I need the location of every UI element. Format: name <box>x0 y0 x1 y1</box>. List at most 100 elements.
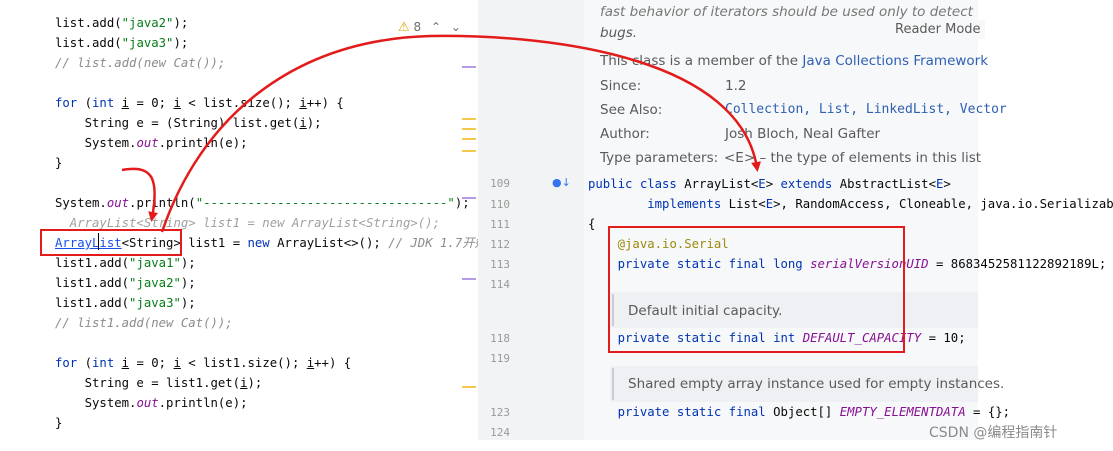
code-line: list1.add("java1"); <box>55 254 196 273</box>
code-token: ); <box>180 256 196 270</box>
code-line: implements List<E>, RandomAccess, Clonea… <box>588 195 1113 214</box>
doc-member-line: This class is a member of the Java Colle… <box>600 53 988 69</box>
scroll-marker[interactable] <box>462 138 476 140</box>
code-token: = 8683452581122892189L; <box>928 257 1107 271</box>
code-line: System.out.println(e); <box>55 134 248 153</box>
code-token: ); <box>247 376 263 390</box>
code-token: "---------------------------------" <box>195 196 455 210</box>
code-token: for <box>55 356 78 370</box>
code-line: String e = list1.get(i); <box>55 374 263 393</box>
line-number: 123 <box>490 406 510 419</box>
type-params-value: <E> – the type of elements in this list <box>724 150 982 166</box>
code-line: String e = (String) list.get(i); <box>55 114 322 133</box>
author-value: Josh Bloch, Neal Gafter <box>725 126 881 142</box>
code-token: ( <box>77 96 93 110</box>
code-token: list.add( <box>55 36 122 50</box>
code-token: ( <box>77 356 93 370</box>
code-token: i <box>299 96 307 110</box>
doc-bugs: bugs. <box>600 25 638 41</box>
code-token: int <box>92 356 115 370</box>
scroll-marker[interactable] <box>462 118 476 120</box>
code-line: System.out.println(e); <box>55 394 248 413</box>
scroll-marker[interactable] <box>462 66 476 68</box>
inspection-widget[interactable]: ⚠ 8 ⌃ ⌄ <box>398 20 461 35</box>
scroll-marker[interactable] <box>462 128 476 130</box>
code-token: System. <box>55 196 107 210</box>
code-token: ); <box>180 296 196 310</box>
code-token: ); <box>173 36 189 50</box>
line-number: 110 <box>490 198 510 211</box>
annotation-box-fields <box>608 226 905 353</box>
code-token: // list.add(new Cat()); <box>55 56 226 70</box>
code-token: // list1.add(new Cat()); <box>55 316 233 330</box>
watermark: CSDN @编程指南针 <box>929 425 1058 441</box>
line-number: 124 <box>490 426 510 439</box>
code-token: list1.add( <box>55 276 130 290</box>
code-line: } <box>55 154 62 173</box>
code-token: new <box>247 236 270 250</box>
code-token: EMPTY_ELEMENTDATA <box>839 405 966 419</box>
code-token: i <box>299 116 307 130</box>
code-line: // list1.add(new Cat()); <box>55 314 233 333</box>
code-token: out <box>136 396 159 410</box>
code-token: extends <box>780 177 833 191</box>
code-token: ); <box>306 116 322 130</box>
code-token: i <box>121 356 130 370</box>
since-value: 1.2 <box>725 78 747 94</box>
doc-fragment-top: fast behavior of iterators should be use… <box>600 4 973 20</box>
code-token: // JDK 1.7开始 <box>388 236 487 250</box>
scroll-marker[interactable] <box>462 197 476 199</box>
code-line: list1.add("java3"); <box>55 294 196 313</box>
code-line: list1.add("java2"); <box>55 274 196 293</box>
code-token: = 0; <box>129 96 174 110</box>
line-number: 111 <box>490 218 510 231</box>
code-token: implements <box>647 197 722 211</box>
code-token: for <box>55 96 78 110</box>
code-token: >, RandomAccess, Cloneable, java.io.Seri… <box>773 197 1113 211</box>
code-token: "java2" <box>121 16 174 30</box>
code-token: private static final <box>617 405 766 419</box>
chevron-up-icon[interactable]: ⌃ <box>431 20 441 34</box>
code-token: i <box>121 96 130 110</box>
code-token: ArrayList<>(); <box>269 236 389 250</box>
code-token: ArrayList<String> list1 = new ArrayList<… <box>55 216 440 230</box>
code-line: // list.add(new Cat()); <box>55 54 225 73</box>
code-token: i <box>240 376 248 390</box>
scroll-marker[interactable] <box>462 278 476 280</box>
override-gutter-icon[interactable]: ●↓ <box>552 176 571 189</box>
code-token: } <box>55 156 63 170</box>
code-token: String e = (String) list.get( <box>55 116 300 130</box>
code-token: } <box>55 416 63 430</box>
code-token: int <box>92 96 115 110</box>
code-token: { <box>588 217 596 231</box>
scroll-marker[interactable] <box>462 150 476 152</box>
since-label: Since: <box>600 78 642 94</box>
doc-member-prefix: This class is a member of the <box>600 53 803 69</box>
code-token: ); <box>180 276 196 290</box>
chevron-down-icon[interactable]: ⌄ <box>451 20 461 34</box>
line-number: 119 <box>490 352 510 365</box>
code-token: = 10; <box>921 331 966 345</box>
code-token: > <box>943 177 951 191</box>
code-line: { <box>588 215 595 234</box>
code-token: ++) { <box>314 356 352 370</box>
java-collections-framework-link[interactable]: Java Collections Framework <box>802 53 988 69</box>
code-token: System. <box>55 396 137 410</box>
code-token: E <box>758 177 766 191</box>
code-token: AbstractList< <box>832 177 936 191</box>
code-line: private static final Object[] EMPTY_ELEM… <box>588 403 1010 422</box>
left-code-editor[interactable]: ⚠ 8 ⌃ ⌄ list.add("java2"); list.add("java… <box>0 0 487 440</box>
code-token: < list1.size(); <box>180 356 307 370</box>
warning-icon: ⚠ <box>398 20 410 35</box>
see-also-label: See Also: <box>600 102 663 118</box>
code-token: "java1" <box>129 256 181 270</box>
see-also-links[interactable]: Collection, List, LinkedList, Vector <box>725 102 1007 117</box>
code-token: System. <box>55 136 137 150</box>
code-token: = {}; <box>965 405 1011 419</box>
shared-empty-doc: Shared empty array instance used for emp… <box>628 376 1005 392</box>
scroll-marker[interactable] <box>462 386 476 388</box>
code-token: = 0; <box>129 356 174 370</box>
reader-mode-toggle[interactable]: Reader Mode <box>891 20 985 39</box>
